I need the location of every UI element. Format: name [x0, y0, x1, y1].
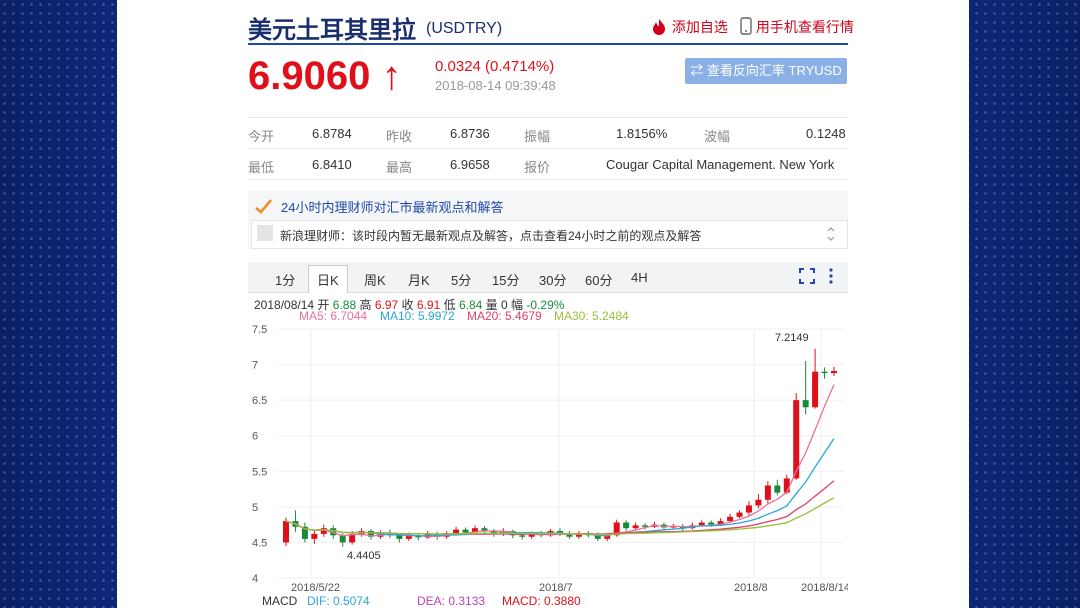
candle-body: [745, 505, 752, 513]
mobile-view-label: 用手机查看行情: [755, 19, 854, 35]
current-price: 6.9060 ↑: [248, 54, 402, 98]
high-value: 6.9658: [450, 157, 490, 172]
macd-dea: DEA: 0.3133: [417, 594, 486, 608]
stats-row: 今开 6.8784 昨收 6.8736 振幅 1.8156% 波幅 0.1248: [248, 118, 848, 149]
candle-body: [283, 521, 289, 543]
high-label: 最高: [386, 160, 413, 175]
x-tick-label: 2018/7: [539, 582, 573, 593]
quote-source-label: 报价: [524, 160, 551, 175]
quote-source-value: Cougar Capital Management. New York: [606, 157, 835, 172]
candle-body: [802, 400, 809, 408]
y-tick-label: 4: [252, 573, 258, 585]
advisor-message[interactable]: 新浪理财师：该时段内暂无最新观点及解答，点击查看24小时之前的观点及解答: [280, 227, 701, 244]
tab-monthly[interactable]: 月K: [408, 270, 430, 289]
candle-body: [812, 371, 819, 408]
candle-body: [783, 478, 790, 493]
open-label: 今开: [248, 129, 275, 144]
candle-body: [396, 535, 403, 539]
x-tick-label: 2018/8/14: [801, 582, 848, 593]
tab-15min[interactable]: 15分: [492, 270, 519, 289]
y-tick-label: 7: [252, 360, 258, 372]
tab-30min[interactable]: 30分: [539, 270, 566, 289]
quote-time: 2018-08-14 09:39:48: [435, 78, 556, 93]
mobile-view-link[interactable]: 用手机查看行情: [740, 17, 854, 37]
candle-body: [339, 535, 346, 543]
candle-body: [708, 522, 715, 525]
candle-body: [453, 529, 460, 534]
stats-table: 今开 6.8784 昨收 6.8736 振幅 1.8156% 波幅 0.1248…: [248, 117, 848, 180]
y-tick-label: 6.5: [252, 395, 267, 407]
candle-body: [764, 485, 771, 500]
low-annotation: 4.4405: [347, 550, 381, 562]
y-tick-label: 7.5: [252, 325, 267, 336]
quote-page: 美元土耳其里拉 (USDTRY) 添加自选 用手机查看行情 6.9060 ↑ 0…: [117, 0, 969, 608]
tab-5min[interactable]: 5分: [451, 270, 471, 289]
more-icon[interactable]: [828, 267, 834, 285]
advisor-icon: [255, 199, 272, 214]
y-tick-label: 4.5: [252, 537, 267, 549]
add-watchlist-label: 添加自选: [671, 19, 728, 35]
reverse-rate-button[interactable]: ⇄ 查看反向汇率 TRYUSD: [685, 58, 847, 84]
phone-icon: [740, 17, 752, 35]
candle-body: [774, 485, 781, 493]
advisor-title[interactable]: 24小时内理财师对汇市最新观点和解答: [281, 197, 503, 216]
kline-chart[interactable]: 7.5 7 6.5 6 5.5 5 4.5 4 2018/5/22 2018/7 2018/8 201…: [248, 325, 848, 593]
x-tick-label: 2018/5/22: [291, 582, 340, 593]
avatar: [257, 225, 273, 241]
y-tick-label: 6: [252, 431, 258, 443]
ma10-line: [285, 438, 835, 537]
kline-tabs: 1分 日K 周K 月K 5分 15分 30分 60分 4H: [248, 262, 848, 293]
candle-body: [698, 522, 705, 526]
candle-body: [727, 516, 734, 522]
high-annotation: 7.2149: [775, 332, 809, 344]
ma30-label: MA30: 5.2484: [554, 309, 629, 323]
stats-row: 最低 6.8410 最高 6.9658 报价 Cougar Capital Ma…: [248, 149, 848, 180]
tab-daily[interactable]: 日K: [308, 265, 348, 293]
ma20-label: MA20: 5.4679: [467, 309, 542, 323]
candle-body: [311, 533, 318, 539]
wave-value: 0.1248: [806, 126, 846, 141]
open-value: 6.8784: [312, 126, 352, 141]
amplitude-value: 1.8156%: [616, 126, 668, 141]
price-change: 0.0324 (0.4714%): [435, 58, 555, 75]
prev-close-label: 昨收: [386, 129, 413, 144]
wave-label: 波幅: [704, 129, 731, 144]
currency-code: (USDTRY): [426, 20, 503, 37]
ma5-label: MA5: 6.7044: [299, 309, 368, 323]
low-label: 最低: [248, 160, 275, 175]
prev-close-value: 6.8736: [450, 126, 490, 141]
tab-4h[interactable]: 4H: [631, 270, 648, 285]
fullscreen-icon[interactable]: [799, 268, 815, 284]
x-tick-label: 2018/8: [734, 582, 768, 593]
tab-1min[interactable]: 1分: [275, 270, 295, 289]
candle-body: [755, 499, 762, 506]
up-arrow-icon: ↑: [381, 54, 402, 98]
candle-body: [831, 370, 837, 374]
tab-weekly[interactable]: 周K: [364, 270, 386, 289]
y-tick-label: 5: [252, 502, 258, 514]
candle-body: [462, 529, 469, 533]
low-value: 6.8410: [312, 157, 352, 172]
macd-value: MACD: 0.3880: [502, 594, 581, 608]
macd-label: MACD: [262, 594, 298, 608]
candle-body: [519, 535, 526, 537]
candle-body: [821, 371, 828, 374]
tab-60min[interactable]: 60分: [585, 270, 612, 289]
amplitude-label: 振幅: [524, 129, 551, 144]
candle-body: [623, 522, 630, 529]
add-watchlist-link[interactable]: 添加自选: [650, 17, 728, 37]
candle-body: [632, 525, 639, 529]
y-tick-label: 5.5: [252, 466, 267, 478]
scroll-arrows-icon[interactable]: [826, 225, 836, 243]
candle-body: [736, 512, 743, 517]
title-divider: [248, 43, 848, 45]
ma5-line: [285, 384, 835, 538]
flame-icon: [653, 19, 665, 35]
page-title: 美元土耳其里拉: [248, 17, 416, 44]
macd-dif: DIF: 0.5074: [307, 594, 370, 608]
ma10-label: MA10: 5.9972: [380, 309, 455, 323]
